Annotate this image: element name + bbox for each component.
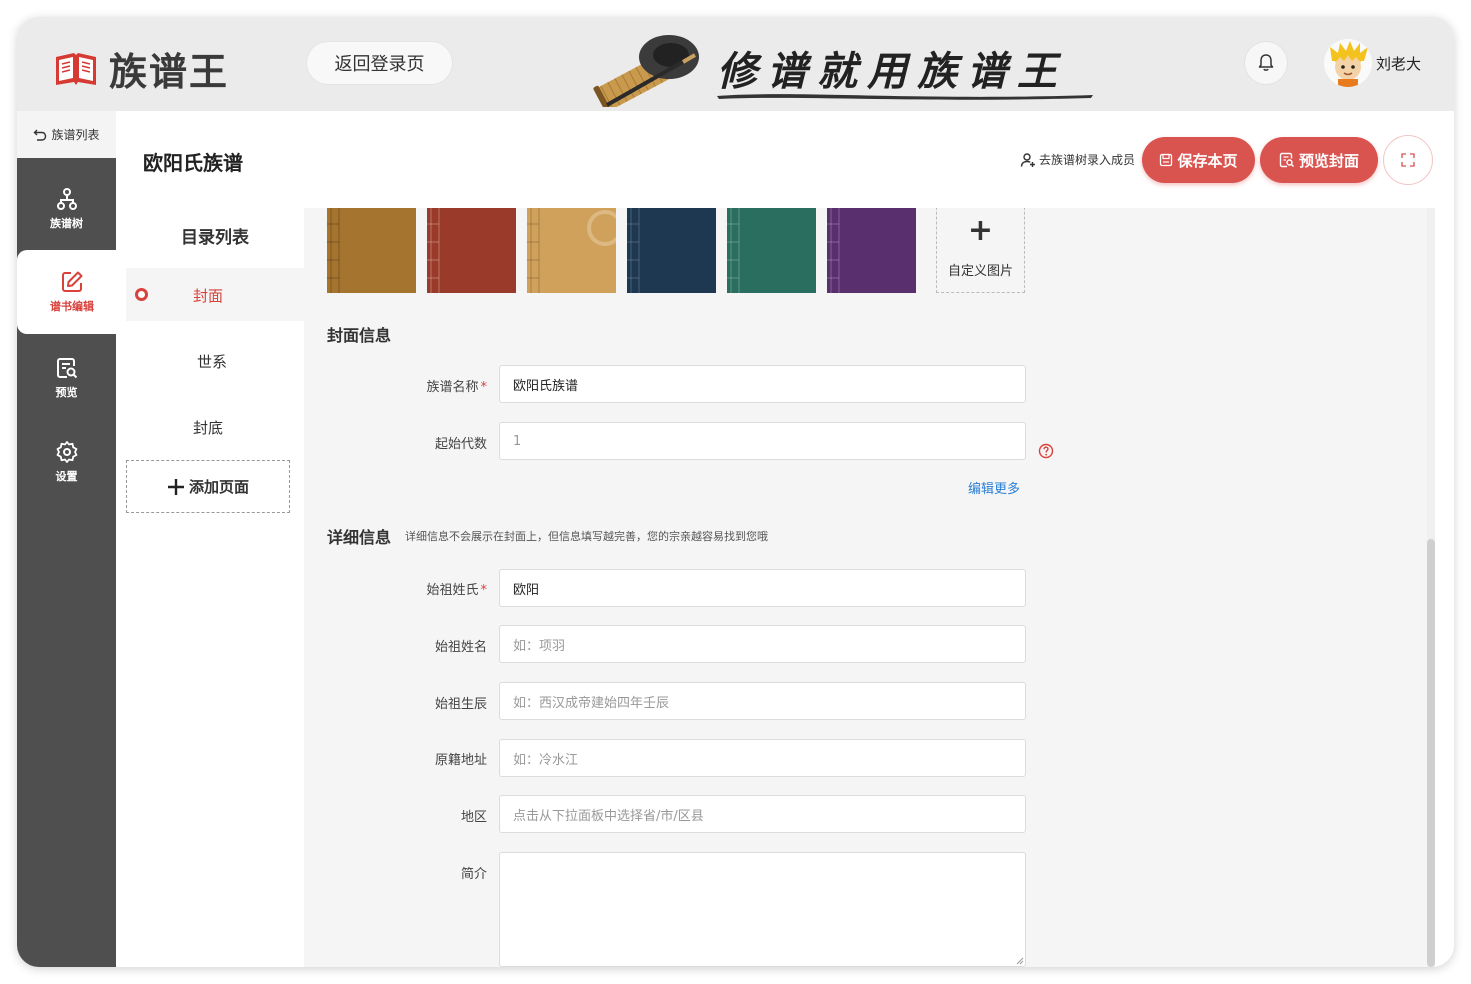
- genealogy-name-label: 族谱名称 *: [426, 380, 487, 395]
- help-icon[interactable]: [1038, 443, 1054, 459]
- tree-icon: [56, 188, 77, 210]
- notification-button[interactable]: [1244, 41, 1288, 85]
- preview-doc-icon: [1279, 152, 1294, 168]
- start-generation-label: 起始代数: [434, 437, 487, 452]
- cover-option-purple[interactable]: [827, 208, 916, 293]
- gear-icon: [56, 441, 77, 463]
- detail-info-note: 详细信息不会展示在封面上，但信息填写越完善，您的宗亲越容易找到您哦: [405, 530, 768, 543]
- book-logo-icon: [56, 52, 96, 85]
- top-header: 族谱王 返回登录页 修谱就用族谱王 刘老大: [17, 17, 1454, 111]
- ancestor-birth-label: 始祖生辰: [434, 697, 487, 712]
- ancestor-name-label: 始祖姓名: [434, 640, 487, 655]
- toc-item-cover[interactable]: 封面: [193, 285, 223, 306]
- return-arrow-icon: [33, 129, 47, 141]
- content-scrollbar-thumb[interactable]: [1427, 539, 1435, 967]
- back-to-login-button[interactable]: 返回登录页: [306, 41, 453, 85]
- slogan-banner: 修谱就用族谱王: [587, 25, 1097, 107]
- edit-more-link[interactable]: 编辑更多: [968, 478, 1020, 497]
- rail-item-family-tree[interactable]: 族谱树: [17, 167, 116, 251]
- add-page-button[interactable]: 添加页面: [126, 460, 290, 513]
- app-logo[interactable]: 族谱王: [53, 41, 229, 96]
- bell-icon: [1258, 54, 1274, 71]
- expand-icon: [1401, 153, 1415, 167]
- username: 刘老大: [1376, 55, 1422, 73]
- back-to-list-label: 族谱列表: [51, 128, 100, 142]
- custom-image-upload[interactable]: + 自定义图片: [936, 208, 1025, 293]
- save-icon: [1160, 153, 1173, 167]
- edit-icon: [62, 271, 83, 292]
- goto-tree-link[interactable]: 去族谱树录入成员: [1020, 151, 1135, 168]
- detail-info-title: 详细信息: [327, 528, 392, 547]
- cover-editor-content: + 自定义图片 封面信息 族谱名称 * 欧阳氏族谱 起始代数 1 编辑更多 详细信…: [304, 208, 1433, 967]
- region-select[interactable]: 点击从下拉面板中选择省/市/区县: [499, 795, 1026, 833]
- add-user-icon: [1020, 152, 1035, 167]
- ink-stroke-decoration: [717, 94, 1093, 100]
- app-window: 族谱王 返回登录页 修谱就用族谱王 刘老大 族谱列表 族谱树 谱书编辑 预览 设…: [17, 17, 1454, 967]
- region-label: 地区: [460, 810, 487, 825]
- rail-item-book-edit[interactable]: 谱书编辑: [17, 250, 127, 334]
- cover-option-red[interactable]: [427, 208, 516, 293]
- ancestor-name-input[interactable]: 如：项羽: [499, 625, 1026, 663]
- preview-cover-button[interactable]: 预览封面: [1260, 137, 1378, 183]
- custom-image-label: 自定义图片: [947, 263, 1013, 279]
- intro-label: 简介: [460, 867, 487, 882]
- save-page-label: 保存本页: [1177, 151, 1238, 170]
- app-name: 族谱王: [109, 49, 230, 94]
- preview-icon: [56, 358, 77, 379]
- cover-option-teal[interactable]: [727, 208, 816, 293]
- start-generation-input[interactable]: 1: [499, 422, 1026, 460]
- toc-active-dot: [135, 288, 148, 301]
- toc-item-back-cover[interactable]: 封底: [193, 417, 223, 438]
- ancestor-surname-input[interactable]: 欧阳: [499, 569, 1026, 607]
- rail-item-preview[interactable]: 预览: [17, 336, 116, 420]
- rail-label-settings: 设置: [55, 470, 78, 483]
- rail-item-settings[interactable]: 设置: [17, 420, 116, 504]
- cover-option-navy[interactable]: [627, 208, 716, 293]
- rail-label-tree: 族谱树: [50, 217, 83, 230]
- save-page-button[interactable]: 保存本页: [1142, 137, 1255, 183]
- ancestor-surname-label: 始祖姓氏 *: [426, 583, 487, 598]
- cartoon-avatar-icon: [1324, 39, 1372, 87]
- fullscreen-button[interactable]: [1383, 135, 1433, 185]
- cover-option-brown[interactable]: [327, 208, 416, 293]
- scroll-ink-brush-illustration: [593, 35, 699, 107]
- toc-title: 目录列表: [181, 228, 249, 248]
- resize-handle-icon[interactable]: [1016, 957, 1024, 965]
- genealogy-name-input[interactable]: 欧阳氏族谱: [499, 365, 1026, 403]
- cover-option-gold[interactable]: [527, 208, 616, 293]
- rail-label-edit: 谱书编辑: [50, 300, 94, 313]
- origin-address-input[interactable]: 如：冷水江: [499, 739, 1026, 777]
- ancestor-birth-input[interactable]: 如：西汉成帝建始四年壬辰: [499, 682, 1026, 720]
- user-avatar[interactable]: [1324, 39, 1372, 87]
- intro-textarea[interactable]: [499, 852, 1026, 967]
- page-title: 欧阳氏族谱: [143, 151, 243, 175]
- back-to-genealogy-list[interactable]: 族谱列表: [17, 111, 116, 158]
- preview-cover-label: 预览封面: [1298, 151, 1359, 170]
- left-nav-rail: 族谱列表 族谱树 谱书编辑 预览 设置: [17, 111, 127, 967]
- origin-address-label: 原籍地址: [434, 753, 487, 768]
- cover-info-title: 封面信息: [327, 326, 392, 345]
- add-page-label: 添加页面: [188, 478, 249, 496]
- plus-icon: +: [967, 212, 994, 248]
- goto-tree-label: 去族谱树录入成员: [1039, 153, 1136, 167]
- rail-label-preview: 预览: [55, 386, 78, 399]
- plus-icon: [167, 478, 184, 495]
- toc-item-lineage[interactable]: 世系: [197, 351, 227, 372]
